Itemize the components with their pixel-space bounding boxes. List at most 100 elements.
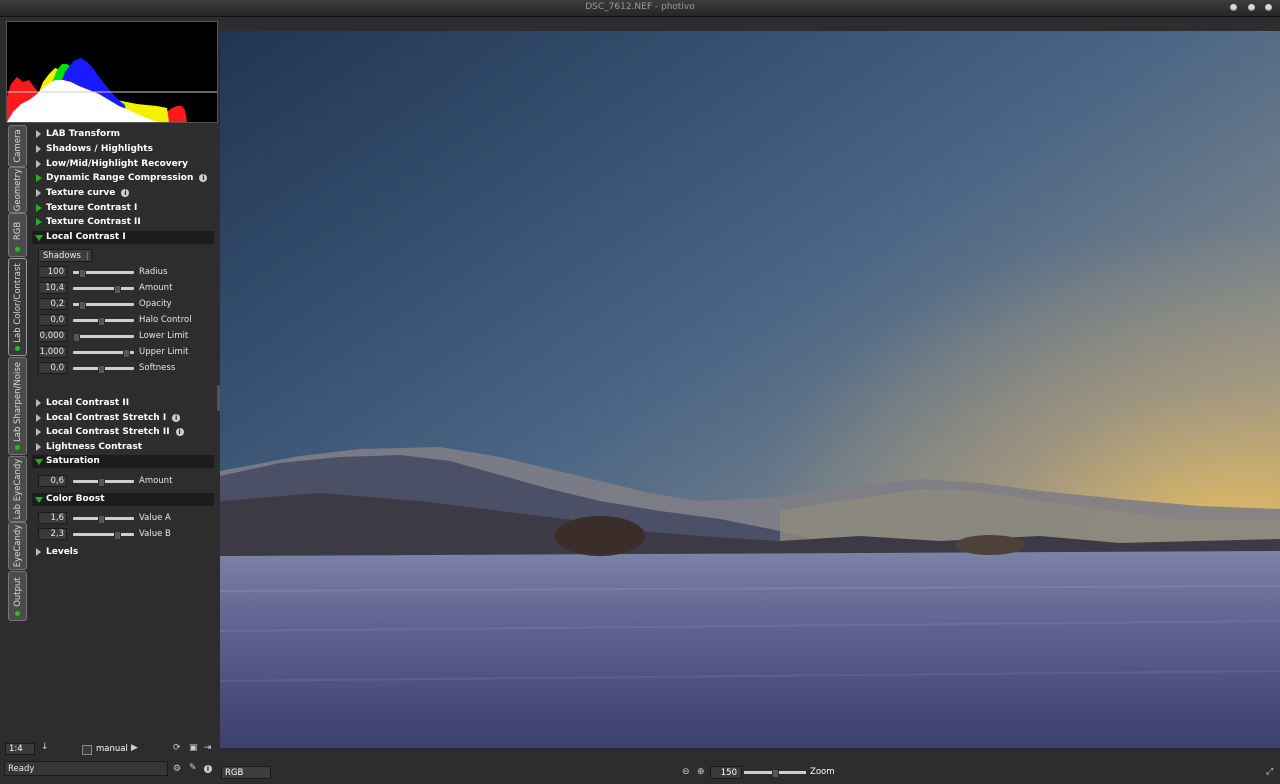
settings-icon[interactable]: ⚙ [173, 765, 181, 774]
slider-handle[interactable] [114, 531, 121, 540]
slider-handle[interactable] [114, 285, 121, 294]
softness-value-field[interactable]: 0,0 [38, 362, 67, 374]
tab-camera[interactable]: Camera [8, 125, 27, 167]
expand-arrow-icon [36, 443, 41, 451]
section-local-contrast-stretch-1[interactable]: Local Contrast Stretch I i [32, 412, 214, 425]
manual-label: manual [96, 744, 128, 754]
slider-handle[interactable] [73, 333, 80, 342]
value-b-slider[interactable] [73, 531, 134, 540]
upper-limit-value-field[interactable]: 1,000 [38, 346, 67, 358]
collapse-arrow-icon [35, 459, 43, 465]
tab-output[interactable]: Output [8, 571, 27, 621]
section-label: LAB Transform [46, 129, 121, 139]
opacity-slider[interactable] [73, 301, 134, 310]
tab-lab-eyecandy[interactable]: Lab EyeCandy [8, 456, 27, 522]
value-a-field[interactable]: 1,6 [38, 512, 67, 524]
local-contrast-mode-select[interactable]: Shadows [38, 249, 92, 262]
amount-value-field[interactable]: 10,4 [38, 282, 67, 294]
saturation-amount-value-field[interactable]: 0,6 [38, 475, 67, 487]
preview-image [220, 31, 1280, 748]
section-saturation[interactable]: Saturation [32, 455, 214, 468]
opacity-value-field[interactable]: 0,2 [38, 298, 67, 310]
down-arrow-icon[interactable]: ↓ [41, 743, 49, 752]
section-texture-contrast-1[interactable]: Texture Contrast I [32, 202, 214, 215]
section-lab-transform[interactable]: LAB Transform [32, 128, 214, 141]
section-label: Saturation [46, 456, 100, 466]
zoom-in-icon[interactable]: ⊕ [697, 768, 705, 777]
tab-geometry[interactable]: Geometry [8, 167, 27, 213]
zoom-value-field[interactable]: 150 [710, 766, 742, 779]
value-b-label: Value B [139, 529, 171, 539]
save-icon[interactable]: ▣ [189, 744, 198, 753]
minimize-button[interactable] [1230, 4, 1237, 11]
manual-checkbox[interactable] [82, 745, 92, 755]
maximize-button[interactable] [1248, 4, 1255, 11]
tab-label: Lab Sharpen/Noise [12, 362, 23, 442]
halo-control-slider[interactable] [73, 317, 134, 326]
left-panel: Camera Geometry RGB Lab Color/Contrast L… [0, 17, 220, 784]
upper-limit-slider[interactable] [73, 349, 134, 358]
info-icon[interactable]: i [204, 765, 212, 773]
slider-row-radius: 100 Radius [38, 266, 214, 279]
fullscreen-icon[interactable]: ⤢ [1266, 768, 1273, 777]
section-local-contrast-stretch-2[interactable]: Local Contrast Stretch II i [32, 426, 214, 439]
section-label: Local Contrast II [46, 398, 130, 408]
section-color-boost[interactable]: Color Boost [32, 493, 214, 506]
export-icon[interactable]: ⇥ [204, 744, 212, 753]
slider-handle[interactable] [79, 301, 86, 310]
radius-value-field[interactable]: 100 [38, 266, 67, 278]
softness-slider[interactable] [73, 365, 134, 374]
tab-lab-color-contrast[interactable]: Lab Color/Contrast [8, 258, 27, 356]
saturation-amount-slider[interactable] [73, 478, 134, 487]
value-b-field[interactable]: 2,3 [38, 528, 67, 540]
info-icon[interactable]: i [172, 413, 181, 422]
info-icon[interactable]: i [175, 427, 184, 436]
colorspace-select[interactable]: RGB [221, 766, 271, 779]
lower-limit-value-field[interactable]: 0,000 [38, 330, 67, 342]
upper-limit-label: Upper Limit [139, 347, 189, 357]
tab-label: RGB [12, 221, 23, 241]
slider-handle[interactable] [772, 769, 779, 778]
opacity-label: Opacity [139, 299, 172, 309]
image-view[interactable] [220, 31, 1280, 748]
section-shadows-highlights[interactable]: Shadows / Highlights [32, 143, 214, 156]
info-icon[interactable]: i [121, 188, 130, 197]
slider-handle[interactable] [98, 515, 105, 524]
play-icon[interactable]: ▶ [131, 744, 138, 753]
tab-lab-sharpen-noise[interactable]: Lab Sharpen/Noise [8, 357, 27, 455]
section-texture-contrast-2[interactable]: Texture Contrast II [32, 216, 214, 229]
slider-handle[interactable] [123, 349, 130, 358]
section-levels[interactable]: Levels [32, 546, 214, 559]
section-local-contrast-1[interactable]: Local Contrast I [32, 231, 214, 244]
slider-handle[interactable] [98, 365, 105, 374]
tab-eyecandy[interactable]: EyeCandy [8, 522, 27, 570]
slider-handle[interactable] [98, 317, 105, 326]
slider-handle[interactable] [98, 478, 105, 487]
tab-rgb[interactable]: RGB [8, 213, 27, 257]
left-bottom-bar: 1:4 ↓ manual ▶ ⟳ ▣ ⇥ Ready ⚙ ✎ i [0, 741, 220, 784]
section-label: Low/Mid/Highlight Recovery [46, 159, 189, 169]
section-texture-curve[interactable]: Texture curve i [32, 187, 214, 200]
expand-arrow-active-icon [36, 218, 42, 226]
pipe-size-select[interactable]: 1:4 [5, 743, 35, 755]
section-local-contrast-2[interactable]: Local Contrast II [32, 397, 214, 410]
lower-limit-slider[interactable] [73, 333, 134, 342]
halo-control-value-field[interactable]: 0,0 [38, 314, 67, 326]
section-lightness-contrast[interactable]: Lightness Contrast [32, 441, 214, 454]
radius-label: Radius [139, 267, 168, 277]
value-a-slider[interactable] [73, 515, 134, 524]
wrench-icon[interactable]: ✎ [189, 764, 197, 773]
tab-label: Lab EyeCandy [12, 458, 23, 520]
refresh-icon[interactable]: ⟳ [173, 744, 181, 753]
radius-slider[interactable] [73, 269, 134, 278]
zoom-slider[interactable] [744, 769, 806, 778]
zoom-out-icon[interactable]: ⊖ [682, 768, 690, 777]
info-icon[interactable]: i [199, 173, 208, 182]
slider-handle[interactable] [79, 269, 86, 278]
slider-row-softness: 0,0 Softness [38, 362, 214, 375]
amount-slider[interactable] [73, 285, 134, 294]
section-low-mid-highlight-recovery[interactable]: Low/Mid/Highlight Recovery [32, 158, 214, 171]
slider-row-upper-limit: 1,000 Upper Limit [38, 346, 214, 359]
section-dynamic-range-compression[interactable]: Dynamic Range Compression i [32, 172, 214, 185]
close-button[interactable] [1265, 4, 1272, 11]
